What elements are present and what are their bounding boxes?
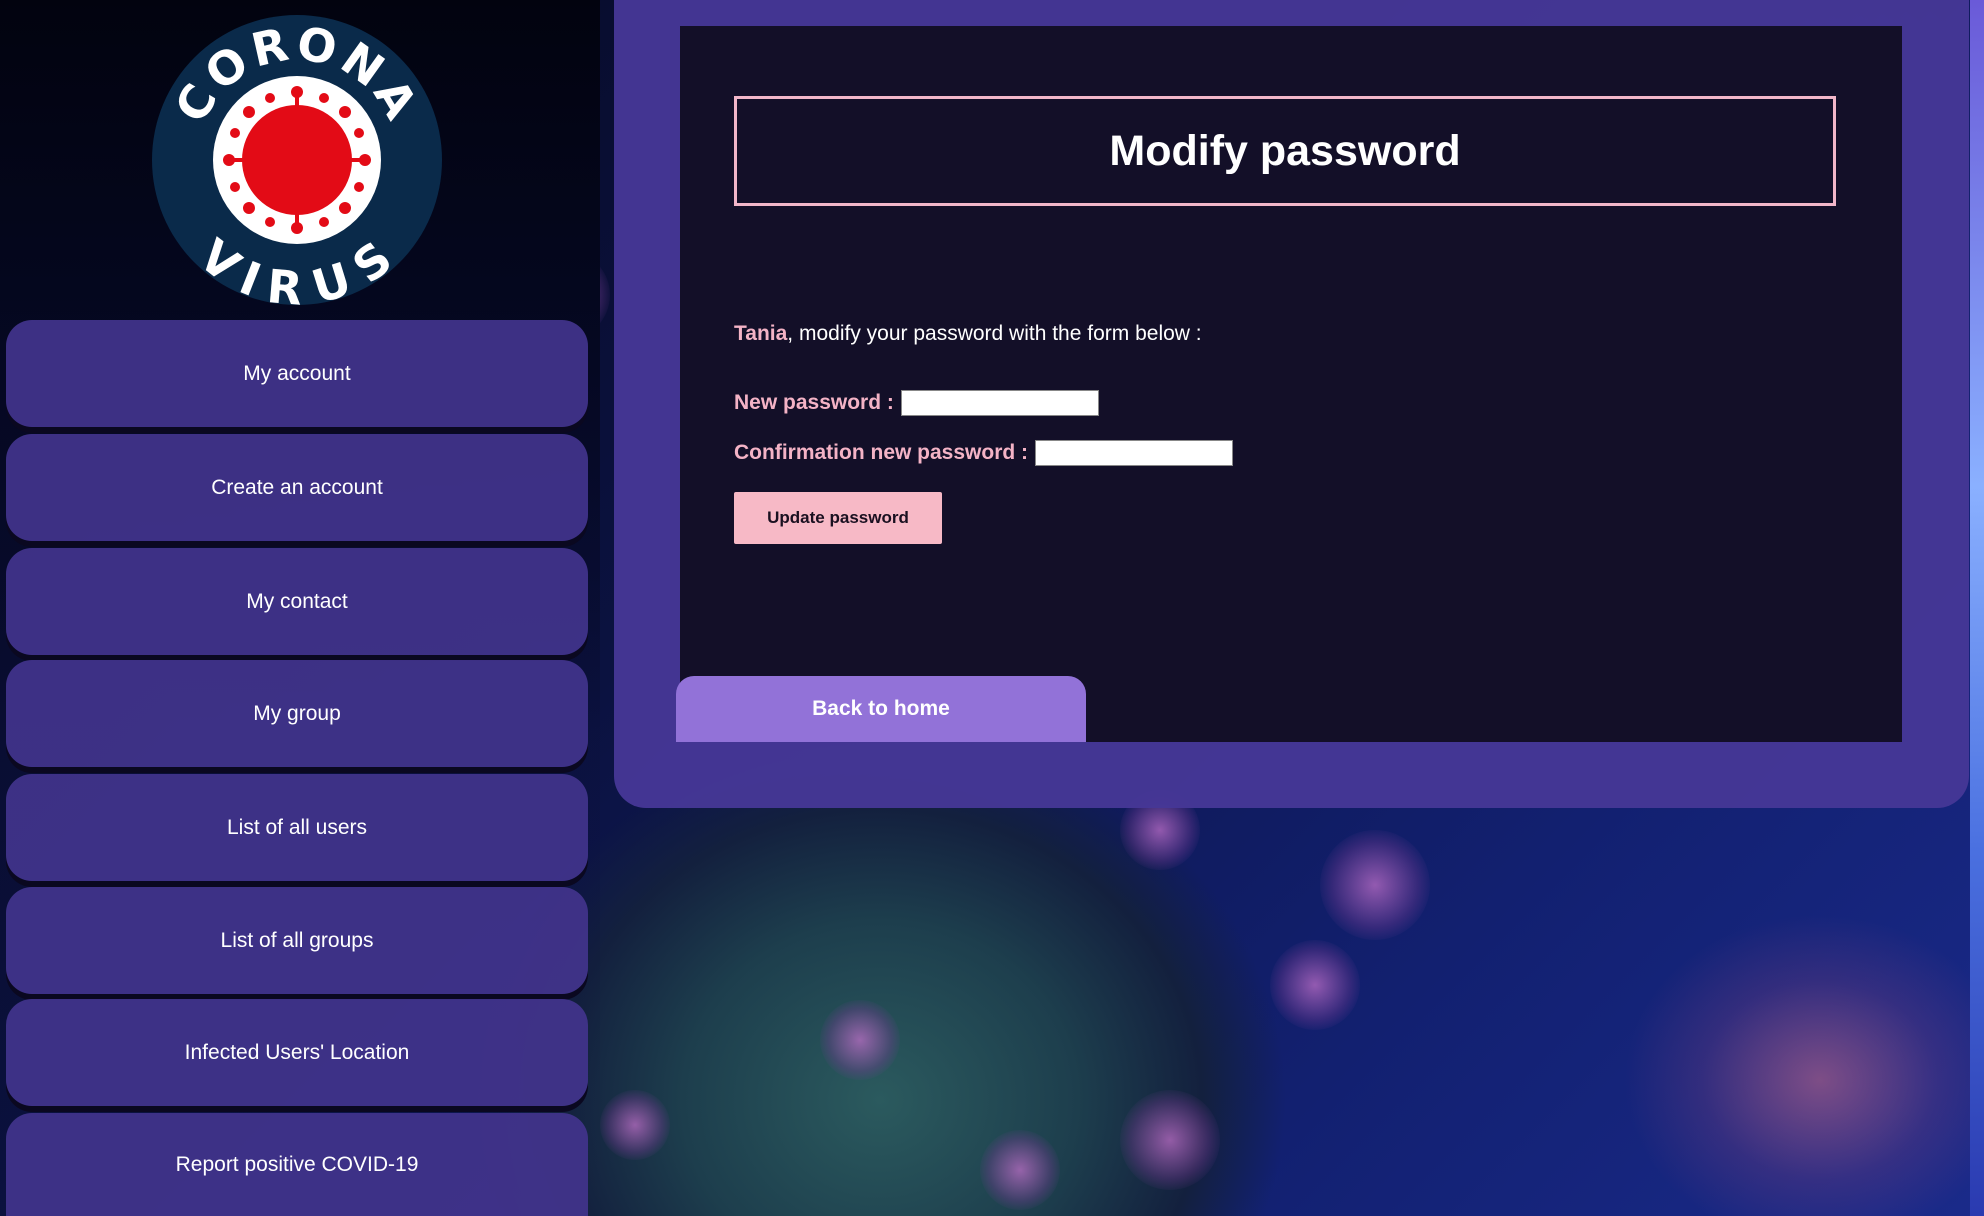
- sidebar: CORONA VIRUS My account Create an accoun…: [0, 0, 600, 1216]
- background-virus-spike: [1320, 830, 1430, 940]
- sidebar-item-report-positive[interactable]: Report positive COVID-19: [6, 1113, 588, 1216]
- sidebar-item-label: Report positive COVID-19: [175, 1152, 419, 1176]
- page-title-box: Modify password: [734, 96, 1836, 206]
- background-virus-spike: [1270, 940, 1360, 1030]
- sidebar-item-label: Create an account: [211, 475, 383, 499]
- sidebar-item-list-all-groups[interactable]: List of all groups: [6, 887, 588, 994]
- sidebar-item-list-all-users[interactable]: List of all users: [6, 774, 588, 881]
- modify-password-form: Modify password Tania, modify your passw…: [676, 26, 1902, 742]
- background-virus-spike: [980, 1130, 1060, 1210]
- user-name: Tania: [734, 322, 788, 345]
- back-to-home-button[interactable]: Back to home: [676, 676, 1086, 742]
- window-edge-glow: [1970, 0, 1984, 1216]
- intro-message: , modify your password with the form bel…: [787, 322, 1202, 345]
- sidebar-item-label: List of all groups: [220, 928, 374, 952]
- new-password-label: New password :: [734, 391, 894, 414]
- sidebar-item-label: List of all users: [226, 815, 368, 839]
- page-title: Modify password: [1109, 126, 1461, 175]
- new-password-field[interactable]: [900, 390, 1099, 416]
- virus-spikes-group: [223, 86, 371, 234]
- sidebar-item-my-contact[interactable]: My contact: [6, 548, 588, 655]
- confirm-password-row: Confirmation new password :: [734, 440, 1234, 466]
- sidebar-item-my-group[interactable]: My group: [6, 660, 588, 767]
- background-virus-spike: [1120, 1090, 1220, 1190]
- sidebar-item-label: Infected Users' Location: [184, 1040, 410, 1064]
- update-password-button[interactable]: Update password: [734, 492, 942, 544]
- background-virus-spike: [820, 1000, 900, 1080]
- sidebar-item-label: My group: [253, 701, 341, 725]
- intro-text: Tania, modify your password with the for…: [734, 322, 1202, 346]
- sidebar-item-infected-users-location[interactable]: Infected Users' Location: [6, 999, 588, 1106]
- confirm-password-field[interactable]: [1035, 440, 1234, 466]
- confirm-password-label: Confirmation new password :: [734, 441, 1029, 464]
- sidebar-item-my-account[interactable]: My account: [6, 320, 588, 427]
- main-panel: Modify password Tania, modify your passw…: [614, 0, 1969, 808]
- background-virus-spike: [600, 1090, 670, 1160]
- sidebar-item-create-account[interactable]: Create an account: [6, 434, 588, 541]
- sidebar-item-label: My account: [243, 361, 351, 385]
- sidebar-item-label: My contact: [246, 589, 348, 613]
- corona-virus-logo: CORONA VIRUS: [152, 15, 442, 305]
- new-password-row: New password :: [734, 390, 1099, 416]
